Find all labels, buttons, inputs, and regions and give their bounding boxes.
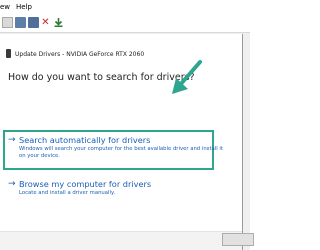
uninstall-icon[interactable]: ✕: [40, 17, 51, 28]
properties-icon[interactable]: [2, 17, 13, 28]
option-description: Locate and install a driver manually.: [19, 190, 116, 196]
option-title[interactable]: Search automatically for drivers: [19, 135, 150, 145]
arrow-right-icon: →: [8, 135, 16, 145]
menu-help[interactable]: Help: [16, 0, 32, 14]
graphics-card-icon: [6, 49, 11, 58]
toolbar: ✕: [0, 14, 250, 33]
option-title[interactable]: Browse my computer for drivers: [19, 179, 151, 189]
dialog-header: Update Drivers - NVIDIA GeForce RTX 2060: [6, 48, 144, 62]
menu-bar: ew Help: [0, 0, 250, 14]
browse-computer-option[interactable]: → Browse my computer for drivers Locate …: [8, 179, 230, 201]
dialog-question: How do you want to search for drivers?: [8, 72, 195, 83]
option-description: Windows will search your computer for th…: [19, 146, 223, 159]
cancel-button[interactable]: [222, 233, 254, 246]
dialog-header-text: Update Drivers - NVIDIA GeForce RTX 2060: [15, 51, 145, 58]
dialog-footer: [0, 231, 242, 250]
arrow-right-icon: →: [8, 179, 16, 189]
search-automatically-option[interactable]: → Search automatically for drivers Windo…: [8, 135, 230, 165]
annotation-arrow-icon: [172, 60, 202, 94]
update-driver-icon[interactable]: [15, 17, 26, 28]
menu-view[interactable]: ew: [0, 0, 10, 14]
download-icon[interactable]: [53, 17, 64, 28]
scan-hardware-icon[interactable]: [28, 17, 39, 28]
